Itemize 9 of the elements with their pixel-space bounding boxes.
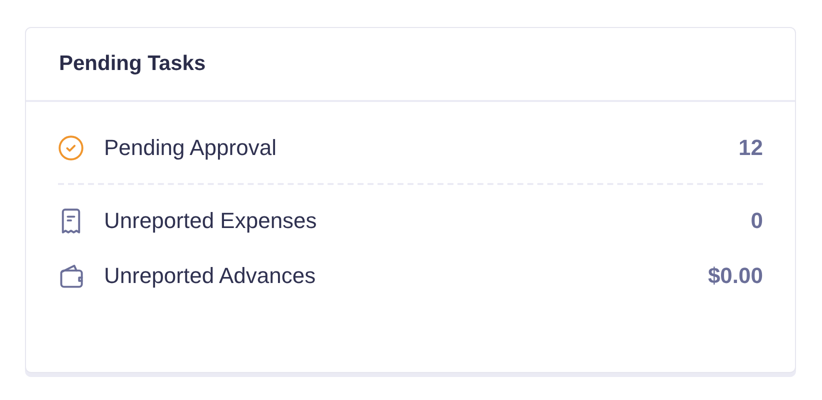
task-count: 12 xyxy=(738,134,763,160)
task-label: Pending Approval xyxy=(104,134,278,160)
task-count: 0 xyxy=(750,208,763,234)
task-count: $0.00 xyxy=(708,262,763,288)
card-title: Pending Tasks xyxy=(59,52,206,76)
task-label: Unreported Advances xyxy=(104,262,317,288)
task-label: Unreported Expenses xyxy=(104,208,318,234)
wallet-icon xyxy=(58,262,84,288)
check-circle-icon xyxy=(58,134,84,160)
